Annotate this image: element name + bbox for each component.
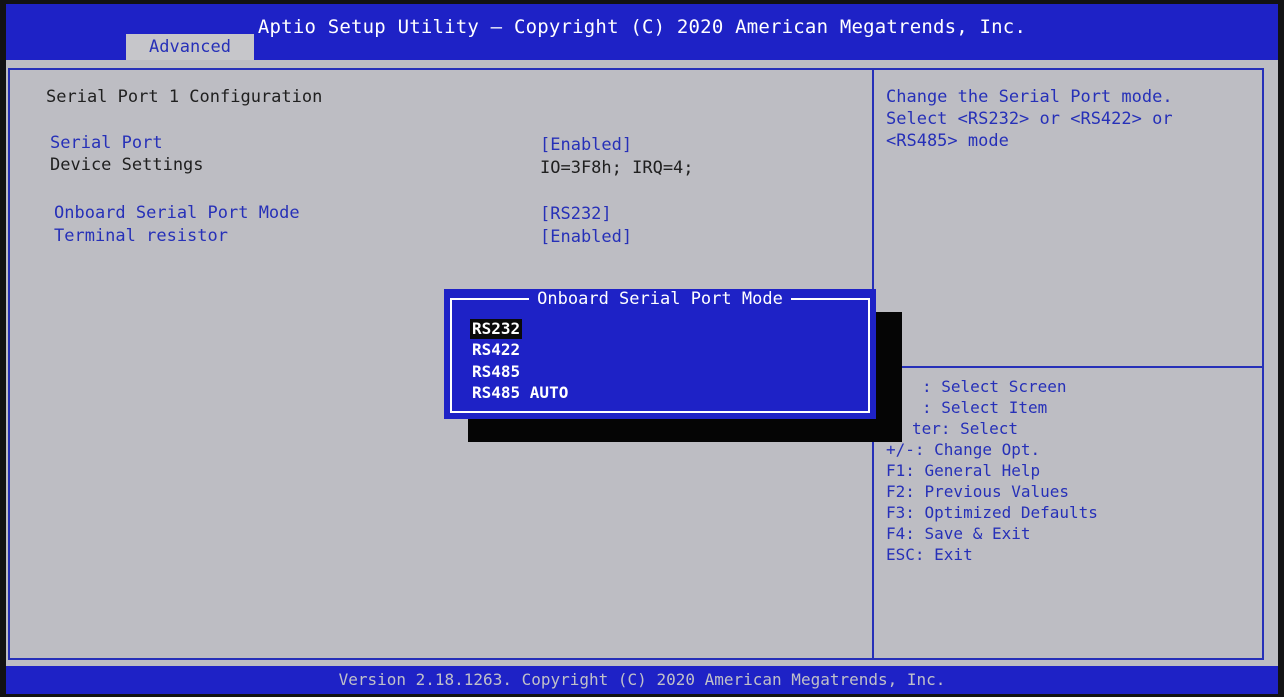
key-hint: F3: Optimized Defaults	[886, 503, 1098, 522]
popup-title-row: Onboard Serial Port Mode	[444, 289, 876, 309]
option-rs485[interactable]: RS485	[470, 362, 522, 382]
help-line: Change the Serial Port mode.	[886, 87, 1173, 107]
title-bar: Aptio Setup Utility – Copyright (C) 2020…	[6, 4, 1278, 60]
help-text: Change the Serial Port mode. Select <RS2…	[886, 86, 1258, 152]
key-hint: F1: General Help	[886, 461, 1041, 480]
section-title: Serial Port 1 Configuration	[46, 87, 323, 107]
terminal-resistor-label[interactable]: Terminal resistor	[54, 225, 228, 247]
key-hint: ter: Select	[912, 419, 1018, 438]
help-divider	[874, 366, 1264, 368]
key-hint: : Select Item	[922, 398, 1048, 417]
option-rs422[interactable]: RS422	[470, 340, 522, 360]
terminal-resistor-value[interactable]: [Enabled]	[540, 226, 632, 248]
serial-port-mode-popup: Onboard Serial Port Mode RS232 RS422 RS4…	[444, 289, 876, 419]
help-line: Select <RS232> or <RS422> or	[886, 109, 1173, 129]
device-settings-label: Device Settings	[50, 155, 204, 175]
key-hint: ESC: Exit	[886, 545, 973, 564]
serial-port-mode-label[interactable]: Onboard Serial Port Mode	[54, 202, 300, 224]
help-line: <RS485> mode	[886, 131, 1009, 151]
version-text: Version 2.18.1263. Copyright (C) 2020 Am…	[338, 670, 946, 689]
serial-port-label[interactable]: Serial Port	[50, 132, 163, 154]
key-hint: : Select Screen	[922, 377, 1067, 396]
serial-port-mode-value[interactable]: [RS232]	[540, 203, 612, 225]
serial-port-value[interactable]: [Enabled]	[540, 134, 632, 156]
footer-bar: Version 2.18.1263. Copyright (C) 2020 Am…	[6, 666, 1278, 694]
option-rs485-auto[interactable]: RS485 AUTO	[470, 383, 570, 403]
key-hint: F2: Previous Values	[886, 482, 1070, 501]
key-hint: F4: Save & Exit	[886, 524, 1031, 543]
option-rs232[interactable]: RS232	[470, 319, 523, 339]
bios-screen: Aptio Setup Utility – Copyright (C) 2020…	[6, 4, 1278, 694]
tab-advanced[interactable]: Advanced	[126, 34, 254, 60]
key-hint: +/-: Change Opt.	[886, 440, 1041, 459]
device-settings-value: IO=3F8h; IRQ=4;	[540, 158, 694, 178]
popup-title: Onboard Serial Port Mode	[529, 289, 791, 309]
key-legend: : Select Screen : Select Item ter: Selec…	[886, 376, 1098, 565]
